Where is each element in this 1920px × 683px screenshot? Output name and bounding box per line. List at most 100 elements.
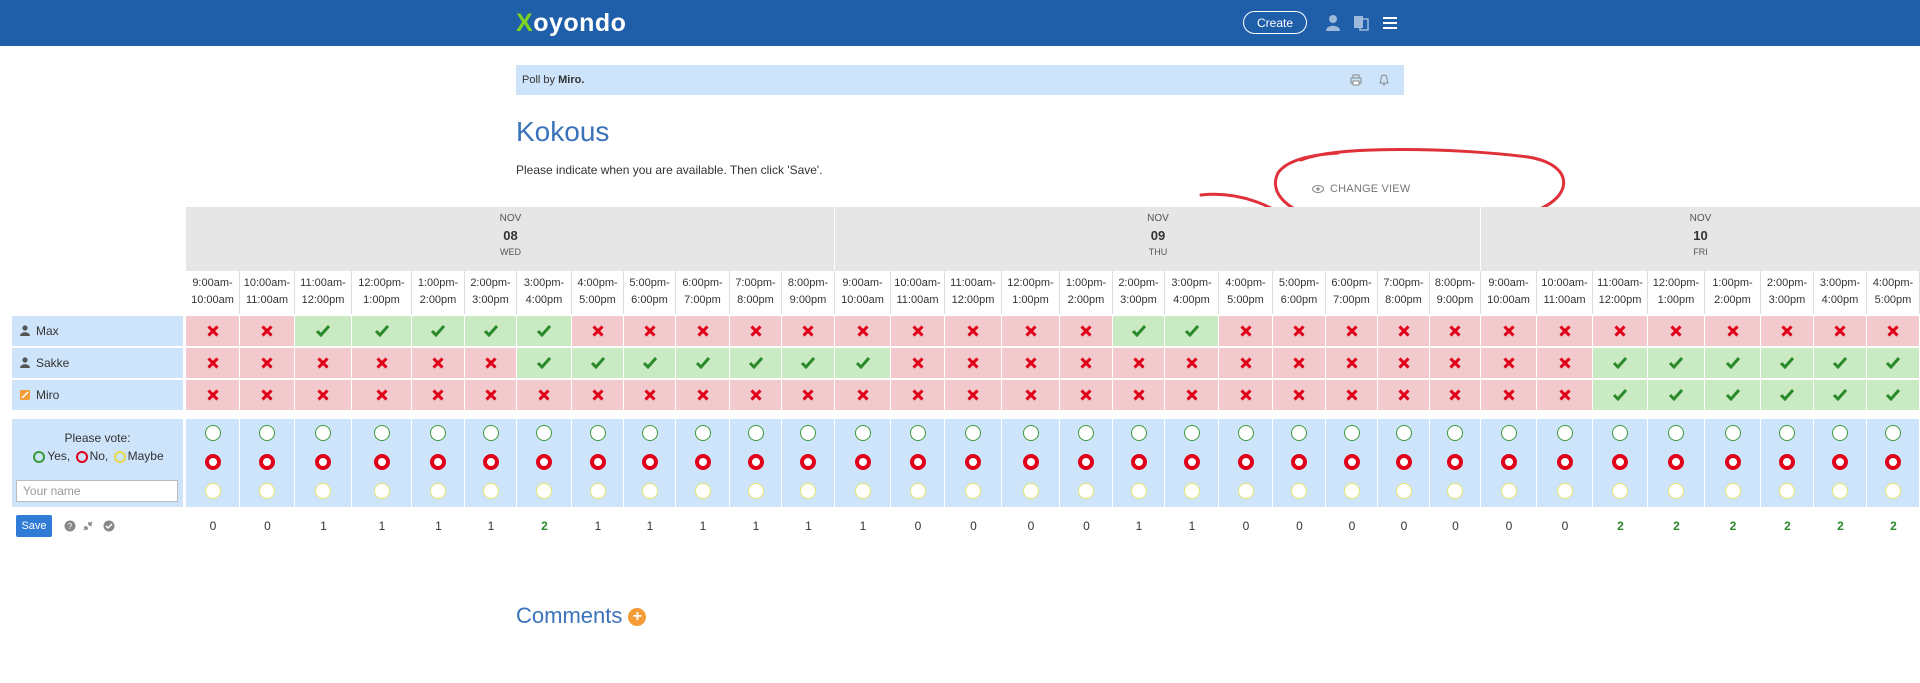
- vote-yes-radio[interactable]: [1291, 425, 1307, 441]
- vote-yes-radio[interactable]: [1668, 425, 1684, 441]
- vote-no-radio[interactable]: [1724, 454, 1741, 470]
- vote-no-radio[interactable]: [204, 454, 221, 470]
- vote-no-radio[interactable]: [259, 454, 275, 470]
- vote-maybe-radio[interactable]: [1885, 483, 1901, 499]
- user-icon[interactable]: [1325, 14, 1341, 31]
- vote-yes-radio[interactable]: [1500, 425, 1517, 441]
- vote-yes-radio[interactable]: [1022, 425, 1039, 441]
- vote-yes-radio[interactable]: [1724, 425, 1741, 441]
- vote-maybe-radio[interactable]: [1078, 483, 1094, 499]
- vote-maybe-radio[interactable]: [1022, 483, 1039, 499]
- vote-maybe-radio[interactable]: [204, 483, 221, 499]
- menu-icon[interactable]: [1382, 14, 1398, 31]
- vote-yes-radio[interactable]: [747, 425, 764, 441]
- vote-maybe-radio[interactable]: [1612, 483, 1628, 499]
- bell-icon[interactable]: [1378, 74, 1390, 86]
- vote-maybe-radio[interactable]: [747, 483, 764, 499]
- vote-maybe-radio[interactable]: [694, 483, 711, 499]
- vote-maybe-radio[interactable]: [373, 483, 390, 499]
- vote-maybe-radio[interactable]: [965, 483, 981, 499]
- vote-maybe-radio[interactable]: [589, 483, 606, 499]
- vote-no-radio[interactable]: [536, 454, 552, 470]
- check-circle-icon[interactable]: [103, 520, 115, 532]
- vote-yes-radio[interactable]: [909, 425, 926, 441]
- vote-no-radio[interactable]: [1612, 454, 1628, 470]
- vote-maybe-radio[interactable]: [1237, 483, 1254, 499]
- vote-no-radio[interactable]: [1130, 454, 1147, 470]
- vote-yes-radio[interactable]: [965, 425, 981, 441]
- vote-no-radio[interactable]: [641, 454, 658, 470]
- vote-no-radio[interactable]: [1395, 454, 1412, 470]
- vote-maybe-radio[interactable]: [259, 483, 275, 499]
- vote-no-radio[interactable]: [854, 454, 871, 470]
- vote-no-radio[interactable]: [1832, 454, 1848, 470]
- vote-maybe-radio[interactable]: [1668, 483, 1684, 499]
- add-comment-icon[interactable]: +: [628, 608, 647, 627]
- vote-maybe-radio[interactable]: [1832, 483, 1848, 499]
- vote-no-radio[interactable]: [1668, 454, 1684, 470]
- vote-maybe-radio[interactable]: [430, 483, 446, 499]
- vote-no-radio[interactable]: [1022, 454, 1039, 470]
- vote-yes-radio[interactable]: [800, 425, 816, 441]
- vote-maybe-radio[interactable]: [1291, 483, 1307, 499]
- vote-yes-radio[interactable]: [1556, 425, 1573, 441]
- vote-no-radio[interactable]: [965, 454, 981, 470]
- vote-maybe-radio[interactable]: [1183, 483, 1200, 499]
- print-icon[interactable]: [1350, 74, 1362, 86]
- vote-no-radio[interactable]: [373, 454, 390, 470]
- vote-yes-radio[interactable]: [1779, 425, 1795, 441]
- vote-yes-radio[interactable]: [1130, 425, 1147, 441]
- vote-no-radio[interactable]: [482, 454, 499, 470]
- vote-maybe-radio[interactable]: [641, 483, 658, 499]
- vote-maybe-radio[interactable]: [1779, 483, 1795, 499]
- vote-maybe-radio[interactable]: [482, 483, 499, 499]
- vote-yes-radio[interactable]: [694, 425, 711, 441]
- vote-yes-radio[interactable]: [1078, 425, 1094, 441]
- save-button[interactable]: Save: [16, 515, 52, 537]
- vote-maybe-radio[interactable]: [909, 483, 926, 499]
- vote-maybe-radio[interactable]: [1130, 483, 1147, 499]
- vote-no-radio[interactable]: [694, 454, 711, 470]
- vote-yes-radio[interactable]: [854, 425, 871, 441]
- vote-no-radio[interactable]: [1779, 454, 1795, 470]
- vote-maybe-radio[interactable]: [800, 483, 816, 499]
- vote-no-radio[interactable]: [800, 454, 816, 470]
- xoyondo-logo[interactable]: Xoyondo: [516, 9, 626, 38]
- vote-yes-radio[interactable]: [1343, 425, 1360, 441]
- vote-yes-radio[interactable]: [1237, 425, 1254, 441]
- vote-no-radio[interactable]: [1556, 454, 1573, 470]
- vote-no-radio[interactable]: [1343, 454, 1360, 470]
- vote-yes-radio[interactable]: [1183, 425, 1200, 441]
- vote-no-radio[interactable]: [1500, 454, 1517, 470]
- vote-no-radio[interactable]: [315, 454, 331, 470]
- vote-maybe-radio[interactable]: [1395, 483, 1412, 499]
- vote-no-radio[interactable]: [1291, 454, 1307, 470]
- vote-yes-radio[interactable]: [589, 425, 606, 441]
- vote-maybe-radio[interactable]: [1500, 483, 1517, 499]
- vote-yes-radio[interactable]: [536, 425, 552, 441]
- vote-no-radio[interactable]: [909, 454, 926, 470]
- edit-icon[interactable]: [20, 381, 30, 411]
- vote-yes-radio[interactable]: [373, 425, 390, 441]
- create-button[interactable]: Create: [1243, 11, 1307, 34]
- vote-yes-radio[interactable]: [1885, 425, 1901, 441]
- vote-maybe-radio[interactable]: [1343, 483, 1360, 499]
- vote-maybe-radio[interactable]: [1447, 483, 1463, 499]
- vote-no-radio[interactable]: [1183, 454, 1200, 470]
- vote-yes-radio[interactable]: [641, 425, 658, 441]
- vote-yes-radio[interactable]: [1447, 425, 1463, 441]
- vote-maybe-radio[interactable]: [536, 483, 552, 499]
- vote-no-radio[interactable]: [1885, 454, 1901, 470]
- name-input[interactable]: Your name: [16, 480, 178, 502]
- vote-no-radio[interactable]: [747, 454, 764, 470]
- language-icon[interactable]: [1353, 14, 1369, 31]
- vote-no-radio[interactable]: [1078, 454, 1094, 470]
- compress-icon[interactable]: [82, 520, 94, 532]
- vote-yes-radio[interactable]: [204, 425, 221, 441]
- vote-maybe-radio[interactable]: [315, 483, 331, 499]
- vote-yes-radio[interactable]: [259, 425, 275, 441]
- vote-no-radio[interactable]: [1237, 454, 1254, 470]
- vote-maybe-radio[interactable]: [1556, 483, 1573, 499]
- vote-yes-radio[interactable]: [1395, 425, 1412, 441]
- vote-maybe-radio[interactable]: [854, 483, 871, 499]
